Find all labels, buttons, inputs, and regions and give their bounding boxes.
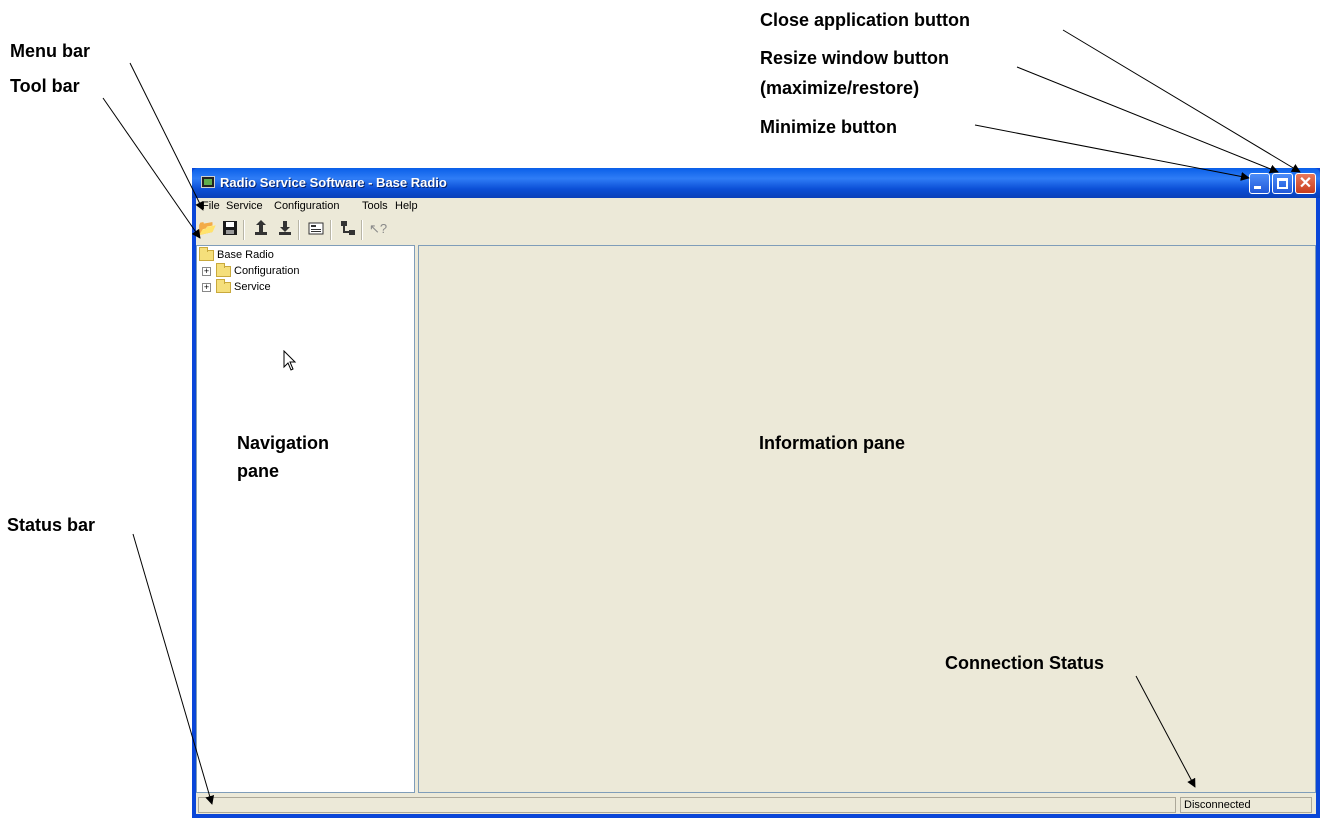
menu-bar: File Service Configuration Tools Help: [196, 198, 1316, 215]
connection-status: Disconnected: [1180, 797, 1312, 813]
navigation-pane[interactable]: Base Radio + Configuration + Service Nav…: [196, 245, 415, 793]
resize-button-leader: [1016, 66, 1279, 174]
menu-help[interactable]: Help: [395, 200, 418, 212]
tool-bar-callout: Tool bar: [10, 76, 80, 96]
network-icon[interactable]: [339, 220, 357, 238]
resize-button-callout: Resize window button: [760, 48, 949, 68]
tree-item-label: Service: [234, 281, 271, 293]
information-pane-callout: Information pane: [759, 433, 906, 453]
information-pane[interactable]: [418, 245, 1316, 793]
status-text: [198, 797, 1176, 813]
mouse-pointer-icon: [283, 350, 297, 371]
app-window: Radio Service Software - Base Radio ✕ Fi…: [192, 168, 1320, 818]
window-title: Radio Service Software - Base Radio: [220, 175, 447, 190]
status-bar-callout: Status bar: [7, 515, 96, 535]
tree-item-service[interactable]: + Service: [202, 278, 271, 295]
menu-configuration[interactable]: Configuration: [274, 200, 339, 212]
connection-status-callout: Connection Status: [945, 653, 1105, 673]
menu-tools[interactable]: Tools: [362, 200, 388, 212]
tool-bar-leader: [102, 97, 201, 239]
menu-bar-callout: Menu bar: [10, 41, 91, 61]
folder-icon: [216, 262, 231, 277]
menu-service[interactable]: Service: [226, 200, 263, 212]
expand-icon[interactable]: +: [202, 266, 211, 276]
status-bar: Disconnected: [196, 796, 1316, 814]
close-icon: ✕: [1298, 175, 1313, 192]
expand-icon[interactable]: +: [202, 282, 211, 292]
folder-icon: [216, 278, 231, 293]
title-bar[interactable]: Radio Service Software - Base Radio ✕: [192, 168, 1320, 198]
tree-item-label: Configuration: [234, 265, 300, 277]
tree-root[interactable]: Base Radio: [199, 246, 274, 263]
properties-icon[interactable]: [307, 220, 325, 238]
folder-open-icon: [199, 246, 214, 261]
close-button-callout: Close application button: [760, 10, 970, 30]
navigation-pane-callout-line1: Navigation: [237, 433, 330, 453]
help-pointer-icon[interactable]: ↖?: [369, 220, 387, 238]
menu-file[interactable]: File: [202, 200, 220, 212]
resize-button-callout-sub: (maximize/restore): [760, 78, 920, 98]
download-icon[interactable]: [276, 220, 294, 238]
client-area: File Service Configuration Tools Help 📂: [196, 198, 1316, 814]
tree-root-label: Base Radio: [217, 249, 274, 261]
app-icon: [201, 176, 215, 188]
navigation-pane-callout: Navigation pane: [237, 432, 329, 482]
close-button[interactable]: ✕: [1295, 173, 1316, 194]
minimize-button[interactable]: [1249, 173, 1270, 194]
minimize-button-callout: Minimize button: [760, 117, 897, 137]
navigation-pane-callout-line2: pane: [237, 461, 280, 481]
upload-icon[interactable]: [252, 220, 270, 238]
open-icon[interactable]: 📂: [198, 220, 217, 238]
close-button-leader: [1062, 29, 1301, 173]
save-icon[interactable]: [221, 220, 239, 238]
maximize-button[interactable]: [1272, 173, 1293, 194]
tool-bar: 📂 ↖?: [196, 217, 1316, 243]
tree-item-configuration[interactable]: + Configuration: [202, 262, 300, 279]
